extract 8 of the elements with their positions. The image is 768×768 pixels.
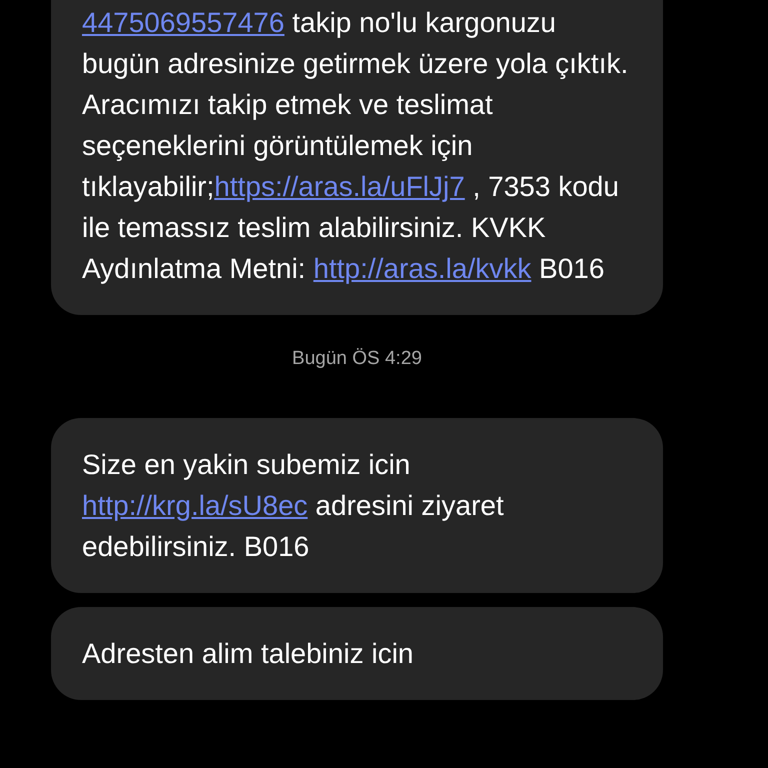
message-timestamp: Bugün ÖS 4:29 bbox=[292, 347, 422, 371]
message-link[interactable]: http://krg.la/sU8ec bbox=[82, 490, 308, 520]
message-link[interactable]: https://aras.la/uFlJj7 bbox=[214, 171, 465, 202]
message-link[interactable]: 4475069557476 bbox=[82, 7, 284, 38]
message-text: Adresten alim talebiniz icin bbox=[82, 636, 414, 670]
message-text: 4475069557476 takip no'lu kargonuzu bugün adresinize getirmek üzere yola çıktık. Aracımızı takip etmek ve teslimat seçeneklerini görüntülemek için tıklayabilir;https://aras.la/uFlJj7 , 7353 kodu ile temassız teslim alabilirsiniz. KVKK Aydınlatma Metni: http://aras.la/kvkk B016 bbox=[82, 6, 630, 286]
message-text: Size en yakin subemiz icin http://krg.la/sU8ec adresini ziyaret edebilirsiniz. B016 bbox=[82, 448, 505, 564]
message-link[interactable]: http://aras.la/kvkk bbox=[313, 253, 532, 284]
